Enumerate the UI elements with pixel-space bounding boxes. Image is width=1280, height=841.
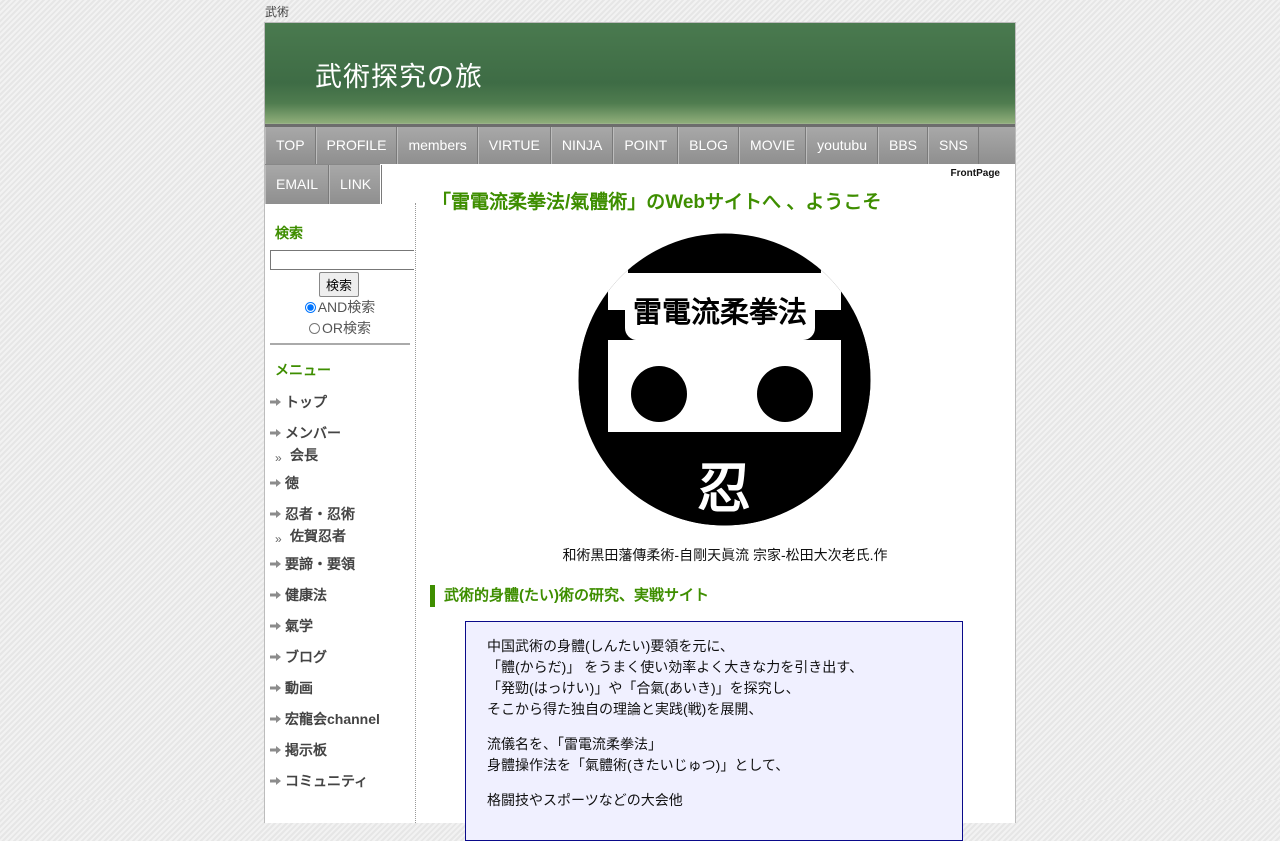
intro-line: 中国武術の身體(しんたい)要領を元に、: [487, 638, 734, 654]
sidebar-divider: [270, 343, 410, 345]
nav-row-1: TOP PROFILE members VIRTUE NINJA POINT BLOG MOV…: [265, 124, 1015, 164]
search-input[interactable]: [270, 250, 414, 270]
menu-item[interactable]: 健康法: [265, 584, 415, 615]
sidebar: 検索 検索 AND検索 OR検索 メニュー トップ メンバー» 会長徳忍者・忍術» 佐…: [265, 203, 416, 823]
intro-paragraph: 流儀名を、「雷電流柔拳法」身體操作法を「氣體術(きたいじゅつ)」として、: [487, 734, 962, 776]
double-chevron-icon: »: [275, 532, 282, 546]
nav-link-virtue[interactable]: VIRTUE: [477, 127, 551, 164]
menu-item-label: 徳: [285, 475, 299, 491]
section-heading: 武術的身體(たい)術の研究、実戦サイト: [430, 585, 709, 607]
menu-item-label: 氣学: [285, 618, 313, 634]
breadcrumb[interactable]: FrontPage: [951, 168, 1000, 179]
arrow-right-icon: [270, 777, 281, 785]
arrow-right-icon: [270, 653, 281, 661]
menu-item[interactable]: 宏龍会channel: [265, 708, 415, 739]
nav-link-movie[interactable]: MOVIE: [739, 127, 807, 164]
arrow-right-icon: [270, 591, 281, 599]
menu-item[interactable]: 氣学: [265, 615, 415, 646]
nav-link-email[interactable]: EMAIL: [265, 165, 330, 204]
arrow-right-icon: [270, 398, 281, 406]
menu-item[interactable]: 徳: [265, 472, 415, 503]
menu-item[interactable]: コミュニティ: [265, 770, 415, 801]
search-button[interactable]: 検索: [319, 272, 360, 297]
logo-caption: 和術黒田藩傳柔術-自剛天眞流 宗家-松田大次老氏.作: [562, 547, 888, 563]
radio-or-label: OR検索: [322, 320, 371, 336]
menu-item[interactable]: トップ: [265, 391, 415, 422]
double-chevron-icon: »: [275, 451, 282, 465]
arrow-right-icon: [270, 622, 281, 630]
search-heading: 検索: [275, 225, 303, 241]
radio-and[interactable]: [304, 302, 316, 313]
welcome-heading: 「雷電流柔拳法/氣體術」のWebサイトへ 、ようこそ: [432, 192, 882, 213]
menu-item-label: 佐賀忍者: [290, 528, 346, 544]
intro-paragraph: 中国武術の身體(しんたい)要領を元に、「體(からだ)」 をうまく使い効率よく大き…: [487, 636, 962, 720]
nav-link-ninja[interactable]: NINJA: [550, 127, 614, 164]
radio-or[interactable]: [309, 323, 320, 334]
logo-nin-glyph: 忍: [697, 456, 751, 520]
intro-line: 格闘技やスポーツなどの大会他: [487, 792, 683, 808]
menu-heading: メニュー: [275, 362, 331, 378]
menu-item[interactable]: ブログ: [265, 646, 415, 677]
logo-eye-left: [631, 366, 687, 422]
menu-item-label: 要諦・要領: [285, 556, 355, 572]
arrow-right-icon: [270, 684, 281, 692]
logo-name-text: 雷電流柔拳法: [633, 295, 807, 329]
nav-link-sns[interactable]: SNS: [928, 127, 979, 164]
menu-item-label: 健康法: [285, 587, 327, 603]
nav-link-point[interactable]: POINT: [613, 127, 679, 164]
arrow-right-icon: [270, 560, 281, 568]
submenu-item[interactable]: » 佐賀忍者: [265, 526, 415, 553]
nav-link-members[interactable]: members: [397, 127, 478, 164]
menu-item[interactable]: 動画: [265, 677, 415, 708]
radio-and-label: AND検索: [317, 299, 376, 315]
menu-item[interactable]: 要諦・要領: [265, 553, 415, 584]
arrow-right-icon: [270, 510, 281, 518]
nav-row-2: EMAIL LINK: [265, 164, 383, 204]
menu-item[interactable]: 掲示板: [265, 739, 415, 770]
intro-box: 中国武術の身體(しんたい)要領を元に、「體(からだ)」 をうまく使い効率よく大き…: [465, 621, 963, 841]
menu-item-label: 忍者・忍術: [285, 506, 355, 522]
menu-item-label: トップ: [285, 394, 327, 410]
arrow-right-icon: [270, 479, 281, 487]
ninja-logo: 雷電流柔拳法 忍: [578, 233, 871, 526]
intro-line: 身體操作法を「氣體術(きたいじゅつ)」として、: [487, 757, 790, 773]
arrow-right-icon: [270, 715, 281, 723]
page-wrapper: 武術探究の旅 TOP PROFILE members VIRTUE NINJA POINT…: [264, 22, 1016, 841]
intro-line: 「體(からだ)」 をうまく使い効率よく大きな力を引き出す、: [487, 659, 864, 675]
nav-link-blog[interactable]: BLOG: [678, 127, 740, 164]
intro-line: 流儀名を、「雷電流柔拳法」: [487, 736, 662, 752]
menu-item-label: 動画: [285, 680, 313, 696]
sidebar-menu: トップ メンバー» 会長徳忍者・忍術» 佐賀忍者 要諦・要領 健康法 氣学 ブログ 動画 宏龍会c…: [265, 391, 415, 801]
menu-item-label: 掲示板: [285, 742, 327, 758]
arrow-right-icon: [270, 746, 281, 754]
nav-link-link[interactable]: LINK: [329, 165, 383, 204]
radio-or-row: OR検索: [265, 318, 415, 338]
menu-item-label: 会長: [290, 447, 318, 463]
menu-item-label: 宏龍会channel: [285, 711, 380, 727]
intro-paragraph: 格闘技やスポーツなどの大会他: [487, 790, 962, 811]
intro-line: 「発勁(はっけい)」や「合氣(あいき)」を探究し、: [487, 680, 800, 696]
site-header: 武術探究の旅: [265, 23, 1015, 124]
menu-item-label: コミュニティ: [285, 773, 369, 789]
nav-link-profile[interactable]: PROFILE: [315, 127, 398, 164]
logo-eye-right: [757, 366, 813, 422]
site-title[interactable]: 武術探究の旅: [315, 55, 483, 94]
submenu-item[interactable]: » 会長: [265, 445, 415, 472]
nav-link-youtubu[interactable]: youtubu: [806, 127, 878, 164]
intro-line: そこから得た独自の理論と実践(戦)を展開、: [487, 701, 763, 717]
menu-item-label: メンバー: [285, 425, 341, 441]
nav-link-bbs[interactable]: BBS: [877, 127, 928, 164]
menu-item-label: ブログ: [285, 649, 327, 665]
nav-link-top[interactable]: TOP: [265, 127, 316, 164]
site-label: 武術: [265, 5, 290, 19]
radio-and-row: AND検索: [265, 297, 415, 317]
arrow-right-icon: [270, 429, 281, 437]
